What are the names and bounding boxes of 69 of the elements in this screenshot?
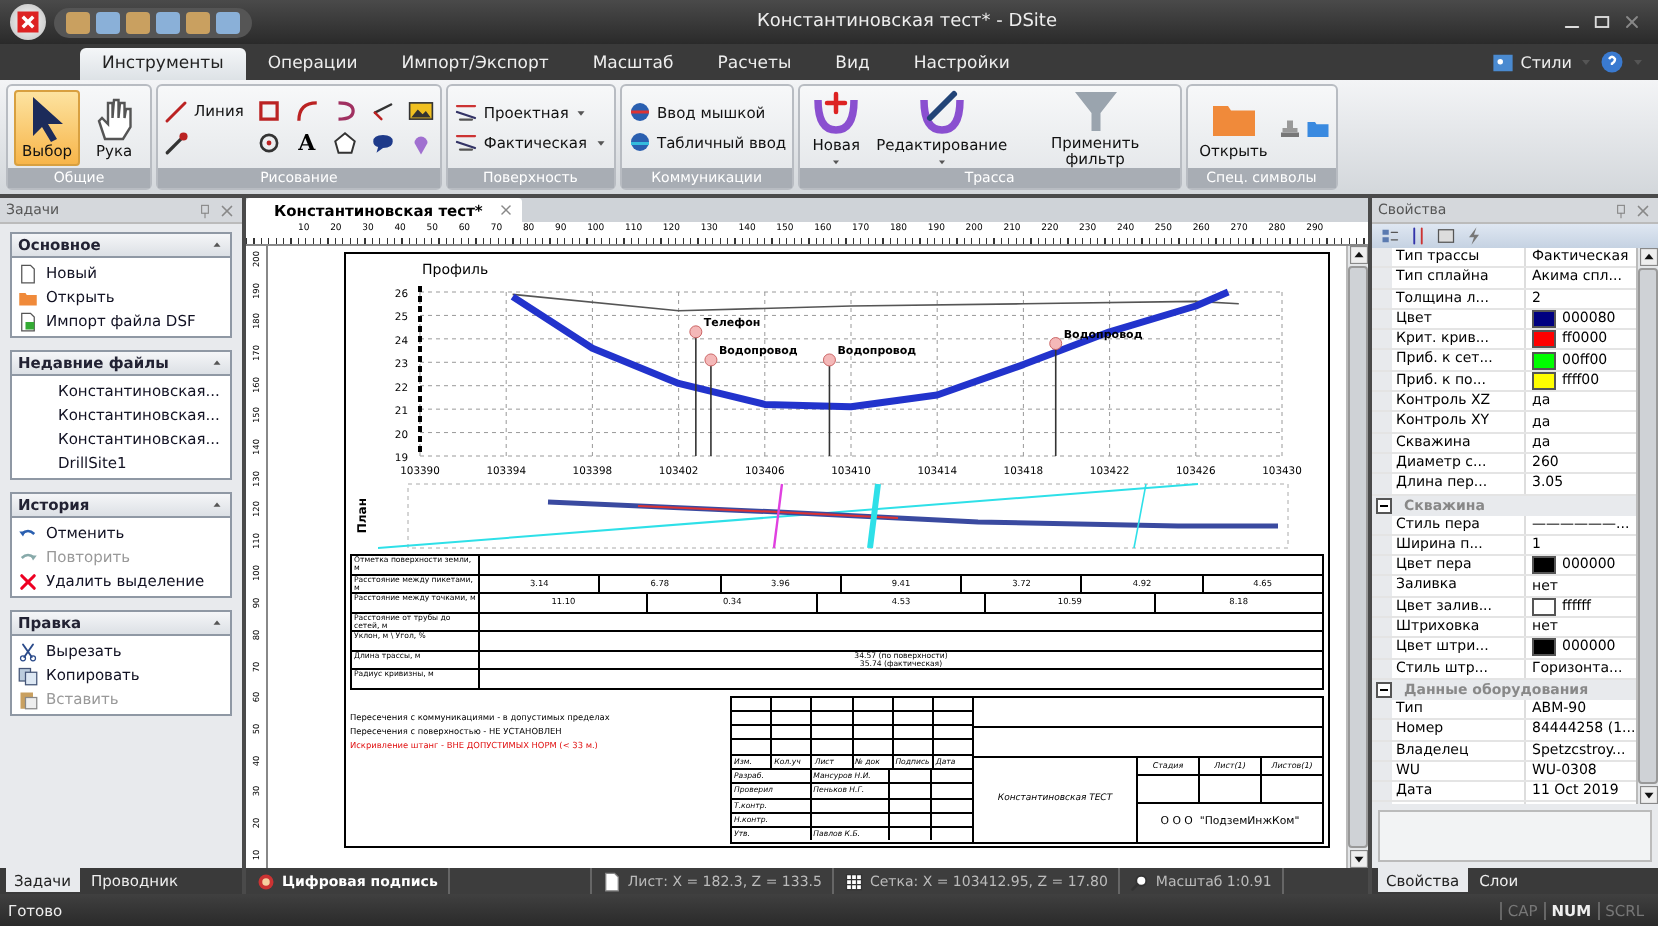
collapse-icon[interactable] xyxy=(210,356,224,370)
collapse-icon[interactable] xyxy=(210,498,224,512)
ribbon-tab[interactable]: Инструменты xyxy=(80,48,246,80)
quick-access-button[interactable] xyxy=(126,11,150,33)
mouse-icon xyxy=(627,100,651,124)
ribbon-tab[interactable]: Вид xyxy=(813,48,892,80)
ribbon-tab[interactable]: Настройки xyxy=(891,48,1032,80)
caret-icon xyxy=(1630,54,1646,70)
circle-icon[interactable] xyxy=(255,130,282,156)
maximize-icon[interactable] xyxy=(1592,12,1612,32)
signature-icon xyxy=(256,871,276,891)
surface-icon xyxy=(453,100,478,124)
copy-icon xyxy=(18,665,38,685)
crossing-marker xyxy=(1049,337,1063,457)
funnel-icon xyxy=(1071,86,1120,134)
folder-icon xyxy=(18,287,38,307)
property-pages-icon[interactable] xyxy=(1436,226,1456,246)
quick-access-button[interactable] xyxy=(156,11,180,33)
ribbon-tab[interactable]: Операции xyxy=(245,48,380,80)
quick-access-button[interactable] xyxy=(66,11,90,33)
scroll-down-icon[interactable] xyxy=(1349,850,1367,868)
close-icon[interactable] xyxy=(498,202,515,218)
ribbon-tab[interactable]: Масштаб xyxy=(570,48,696,80)
vertical-scrollbar[interactable] xyxy=(1636,248,1658,804)
stamp-icon[interactable] xyxy=(1277,115,1302,139)
caret-icon xyxy=(574,105,589,119)
categories-icon[interactable] xyxy=(1380,226,1400,246)
speech-bubble-icon[interactable] xyxy=(369,130,396,156)
crossing-marker xyxy=(822,353,836,457)
collapse-toggle-icon[interactable] xyxy=(1376,497,1392,514)
quick-access-button[interactable] xyxy=(96,11,120,33)
close-icon[interactable] xyxy=(1622,12,1642,32)
pointer-icon[interactable] xyxy=(369,98,396,124)
collapse-toggle-icon[interactable] xyxy=(1376,681,1392,698)
text-tool-button[interactable]: A xyxy=(293,130,320,156)
application-menu-button[interactable] xyxy=(10,4,46,40)
square-icon[interactable] xyxy=(255,98,282,124)
line-icon xyxy=(164,99,189,123)
ribbon-tab[interactable]: Импорт/Экспорт xyxy=(379,48,571,80)
caret-icon xyxy=(593,135,607,149)
sort-icon[interactable] xyxy=(1408,226,1428,246)
delete-icon xyxy=(18,571,38,591)
image-icon[interactable] xyxy=(407,98,434,124)
logo-icon xyxy=(14,8,42,36)
pentagon-icon[interactable] xyxy=(331,130,358,156)
vertical-scrollbar[interactable] xyxy=(1346,246,1368,868)
styles-menu[interactable]: Стили xyxy=(1520,53,1572,71)
help-icon[interactable] xyxy=(1600,50,1624,74)
scroll-up-icon[interactable] xyxy=(1639,248,1657,266)
scroll-down-icon[interactable] xyxy=(1639,786,1657,804)
collapse-icon[interactable] xyxy=(210,238,224,252)
caret-icon xyxy=(1578,54,1594,70)
surface-icon xyxy=(453,130,478,154)
arrow-line-icon[interactable] xyxy=(164,130,191,156)
quick-access-button[interactable] xyxy=(216,11,240,33)
arc-icon[interactable] xyxy=(293,98,320,124)
ribbon-tab[interactable]: Расчеты xyxy=(695,48,814,80)
scissors-icon xyxy=(18,641,38,661)
pipe-icon xyxy=(812,87,861,135)
palette-icon[interactable] xyxy=(1492,51,1515,73)
collapse-icon[interactable] xyxy=(210,616,224,630)
pipe-edit-icon xyxy=(917,87,966,135)
scroll-up-icon[interactable] xyxy=(1349,246,1367,264)
import-icon xyxy=(18,311,38,331)
table-icon xyxy=(627,130,651,154)
paste-icon xyxy=(18,689,38,709)
window-title: Константиновская тест* - DSite xyxy=(755,12,1059,32)
quick-access-button[interactable] xyxy=(186,11,210,33)
document-icon xyxy=(18,263,38,283)
